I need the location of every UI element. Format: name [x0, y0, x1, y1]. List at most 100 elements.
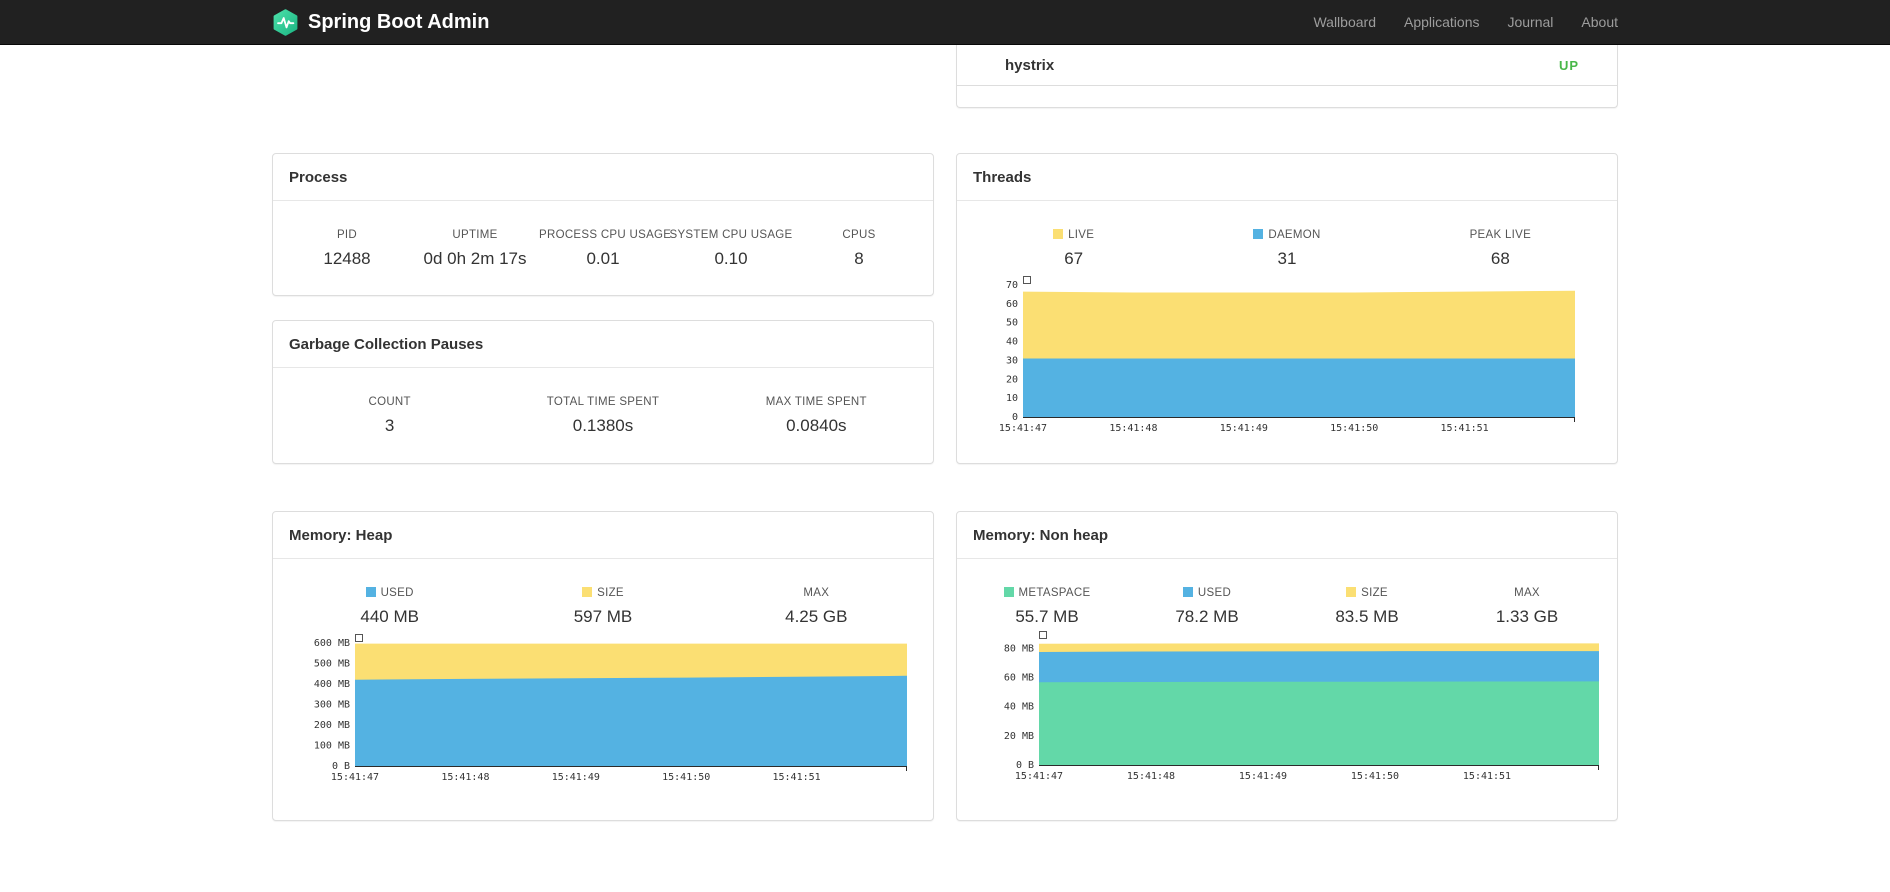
- svg-text:20 MB: 20 MB: [1004, 731, 1034, 742]
- metaspace-legend-swatch: [1003, 587, 1014, 597]
- metric-label: CPUS: [842, 229, 876, 241]
- nav-item-applications[interactable]: Applications: [1390, 0, 1494, 44]
- legend-value: 68: [1490, 249, 1510, 268]
- legend-value: 597 MB: [573, 607, 633, 626]
- metric-value: 3: [384, 416, 395, 435]
- legend-nonheap-used: USED 78.2 MB: [1127, 587, 1287, 627]
- svg-text:100 MB: 100 MB: [314, 741, 350, 752]
- legend-label: LIVE: [967, 229, 1180, 241]
- nav-item-about[interactable]: About: [1567, 0, 1618, 44]
- svg-text:15:41:47: 15:41:47: [1015, 771, 1063, 782]
- svg-text:20: 20: [1006, 374, 1018, 385]
- metric-value: 0.1380s: [572, 416, 634, 435]
- memory-heap-chart: 0 B 100 MB 200 MB 300 MB 400 MB 500 MB 600 MB 1…: [299, 631, 907, 791]
- svg-text:60: 60: [1006, 299, 1018, 310]
- metric-value: 8: [854, 249, 864, 268]
- memory-heap-card: Memory: Heap USED 440 MB SIZE 597 MB MAX…: [272, 511, 934, 821]
- legend-metaspace: METASPACE 55.7 MB: [967, 587, 1127, 627]
- metric-value: 12488: [323, 249, 371, 268]
- legend-daemon: DAEMON 31: [1180, 229, 1393, 269]
- svg-text:500 MB: 500 MB: [314, 659, 350, 670]
- legend-nonheap-max: MAX 1.33 GB: [1447, 587, 1607, 627]
- memory-nonheap-card-title: Memory: Non heap: [957, 512, 1617, 559]
- svg-text:15:41:48: 15:41:48: [1127, 771, 1175, 782]
- legend-label: SIZE: [1287, 587, 1447, 599]
- legend-value: 4.25 GB: [785, 607, 848, 626]
- svg-text:40: 40: [1006, 337, 1018, 348]
- nonheap-size-legend-swatch: [1346, 587, 1357, 597]
- metric-cpus: CPUS 8: [795, 229, 923, 269]
- svg-text:15:41:47: 15:41:47: [999, 423, 1047, 434]
- legend-label: USED: [283, 587, 496, 599]
- legend-label: PEAK LIVE: [1469, 229, 1532, 241]
- memory-nonheap-card: Memory: Non heap METASPACE 55.7 MB USED …: [956, 511, 1618, 821]
- legend-value: 1.33 GB: [1495, 607, 1559, 626]
- legend-live: LIVE 67: [967, 229, 1180, 269]
- svg-text:15:41:48: 15:41:48: [441, 772, 489, 783]
- nav-item-journal[interactable]: Journal: [1493, 0, 1567, 44]
- metric-gc-max-time: MAX TIME SPENT 0.0840s: [710, 396, 923, 436]
- svg-text:600 MB: 600 MB: [314, 638, 350, 649]
- legend-label: USED: [1127, 587, 1287, 599]
- main-content: hystrix UP Process PID 12488 UPTIME 0d 0…: [272, 45, 1618, 821]
- metric-gc-total-time: TOTAL TIME SPENT 0.1380s: [496, 396, 709, 436]
- svg-text:15:41:51: 15:41:51: [1463, 771, 1511, 782]
- legend-nonheap-size: SIZE 83.5 MB: [1287, 587, 1447, 627]
- metric-label: PID: [336, 229, 358, 241]
- metric-system-cpu-usage: SYSTEM CPU USAGE 0.10: [667, 229, 795, 269]
- metric-label: SYSTEM CPU USAGE: [669, 229, 793, 241]
- svg-text:60 MB: 60 MB: [1004, 673, 1034, 684]
- navbar: Spring Boot Admin Wallboard Applications…: [0, 0, 1890, 45]
- svg-text:15:41:49: 15:41:49: [1220, 423, 1268, 434]
- spring-boot-admin-logo-icon: [272, 8, 299, 36]
- legend-heap-used: USED 440 MB: [283, 587, 496, 627]
- daemon-legend-swatch: [1253, 229, 1264, 239]
- memory-heap-legend: USED 440 MB SIZE 597 MB MAX 4.25 GB: [273, 559, 933, 627]
- legend-heap-size: SIZE 597 MB: [496, 587, 709, 627]
- svg-text:15:41:51: 15:41:51: [773, 772, 821, 783]
- nonheap-used-legend-swatch: [1182, 587, 1193, 597]
- metric-uptime: UPTIME 0d 0h 2m 17s: [411, 229, 539, 269]
- nav-item-wallboard[interactable]: Wallboard: [1299, 0, 1390, 44]
- svg-text:0 B: 0 B: [332, 761, 350, 772]
- threads-legend: LIVE 67 DAEMON 31 PEAK LIVE 68: [957, 201, 1617, 269]
- metric-label: PROCESS CPU USAGE: [539, 229, 672, 241]
- heap-used-legend-swatch: [365, 587, 376, 597]
- svg-text:400 MB: 400 MB: [314, 679, 350, 690]
- metric-label: MAX TIME SPENT: [765, 396, 867, 408]
- svg-text:15:41:49: 15:41:49: [552, 772, 600, 783]
- application-status-row[interactable]: hystrix UP: [957, 45, 1617, 86]
- legend-peak-live: PEAK LIVE 68: [1394, 229, 1607, 269]
- legend-label: MAX: [803, 587, 830, 599]
- memory-heap-card-title: Memory: Heap: [273, 512, 933, 559]
- memory-nonheap-legend: METASPACE 55.7 MB USED 78.2 MB SIZE 83.5…: [957, 559, 1617, 627]
- metric-value: 0.10: [714, 249, 748, 268]
- gc-card-title: Garbage Collection Pauses: [273, 321, 933, 368]
- metric-process-cpu-usage: PROCESS CPU USAGE 0.01: [539, 229, 672, 269]
- brand[interactable]: Spring Boot Admin: [272, 8, 490, 36]
- status-badge: UP: [1558, 57, 1579, 73]
- metric-gc-count: COUNT 3: [283, 396, 496, 436]
- svg-text:70: 70: [1006, 280, 1018, 291]
- legend-value: 78.2 MB: [1175, 607, 1239, 626]
- legend-value: 55.7 MB: [1015, 607, 1079, 626]
- brand-title: Spring Boot Admin: [308, 10, 490, 33]
- metric-pid: PID 12488: [283, 229, 411, 269]
- heap-size-legend-swatch: [582, 587, 593, 597]
- metric-label: TOTAL TIME SPENT: [546, 396, 660, 408]
- svg-text:200 MB: 200 MB: [314, 720, 350, 731]
- svg-text:15:41:50: 15:41:50: [1330, 423, 1378, 434]
- metric-label: UPTIME: [452, 229, 498, 241]
- svg-text:10: 10: [1006, 393, 1018, 404]
- memory-nonheap-chart: 0 B 20 MB 40 MB 60 MB 80 MB 15:41:47 15:41:48 1…: [983, 631, 1599, 790]
- svg-text:0 B: 0 B: [1016, 760, 1034, 771]
- legend-value: 67: [1064, 249, 1084, 268]
- svg-text:50: 50: [1006, 318, 1018, 329]
- threads-card-title: Threads: [957, 154, 1617, 201]
- threads-chart: 0 10 20 30 40 50 60 70 15:41:47 15:41:48 15:41:49 1…: [983, 273, 1591, 442]
- top-left-spacer: [272, 45, 934, 108]
- metric-value: 0d 0h 2m 17s: [423, 249, 527, 268]
- process-card-title: Process: [273, 154, 933, 201]
- application-name: hystrix: [1005, 56, 1055, 74]
- legend-label: DAEMON: [1180, 229, 1393, 241]
